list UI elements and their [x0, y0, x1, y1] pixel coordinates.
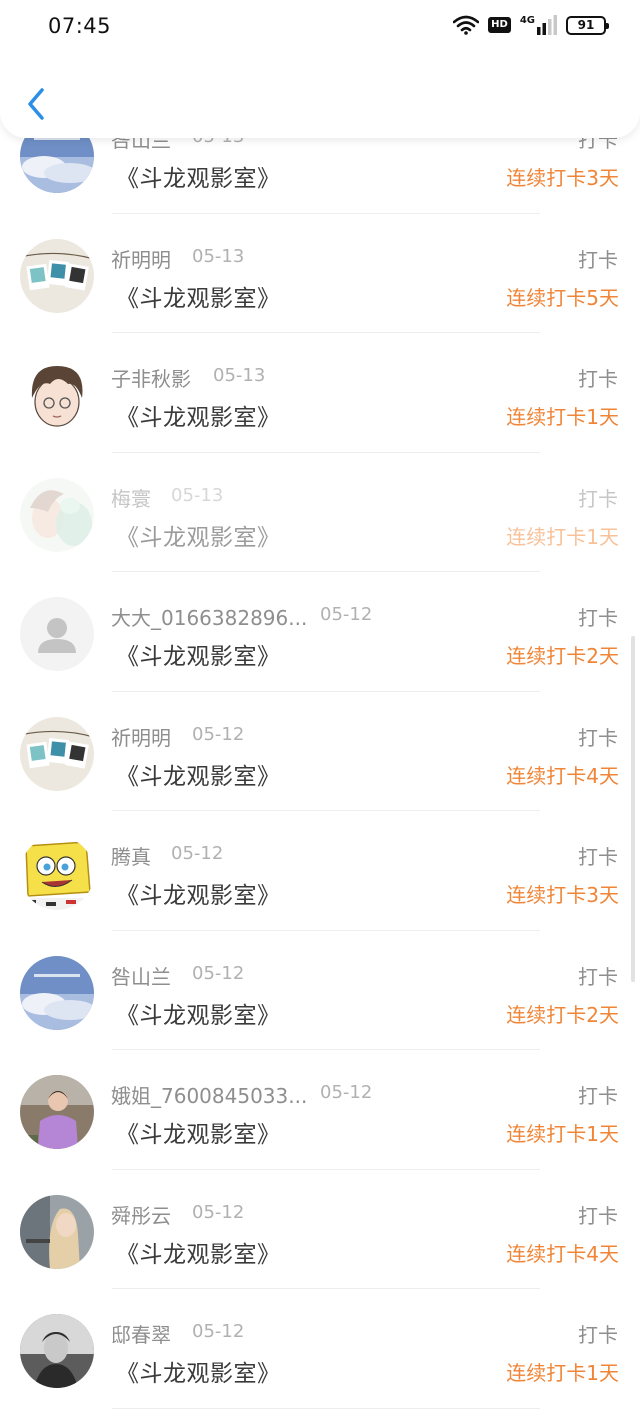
user-name: 咎山兰	[111, 964, 171, 989]
activity-title: 《斗龙观影室》	[116, 1002, 281, 1029]
activity-title: 《斗龙观影室》	[116, 524, 281, 551]
user-name: 祈明明	[111, 725, 171, 750]
default-avatar	[20, 597, 94, 671]
avatar	[20, 955, 94, 1030]
avatar	[20, 1075, 94, 1149]
status-bar: 07:45 HD 4G 91	[0, 0, 640, 56]
activity-type: 打卡	[578, 725, 618, 750]
post-date: 05-12	[320, 604, 373, 625]
scrollbar[interactable]	[631, 636, 635, 982]
post-date: 05-12	[192, 962, 245, 984]
list-item[interactable]: 梅寰 05-13 《斗龙观影室》 打卡 连续打卡1天	[0, 453, 640, 572]
list-item[interactable]: 咎山兰 05-12 《斗龙观影室》 打卡 连续打卡2天	[0, 931, 640, 1050]
streak-count: 连续打卡5天	[506, 285, 619, 310]
list-item[interactable]: 大大_0166382896... 05-12 《斗龙观影室》 打卡 连续打卡2天	[0, 572, 640, 692]
battery-icon: 91	[566, 15, 609, 35]
divider	[112, 1407, 540, 1409]
activity-title: 《斗龙观影室》	[116, 405, 281, 431]
activity-type: 打卡	[578, 1084, 618, 1108]
streak-count: 连续打卡3天	[506, 166, 619, 190]
streak-count: 连续打卡4天	[506, 1241, 619, 1266]
activity-type: 打卡	[578, 845, 618, 869]
list-item[interactable]: 舜彤云 05-12 《斗龙观影室》 打卡 连续打卡4天	[0, 1170, 640, 1289]
avatar	[20, 1194, 94, 1269]
avatar	[20, 358, 94, 432]
activity-type: 打卡	[578, 486, 618, 511]
list-item[interactable]: 腾真 05-12 《斗龙观影室》 打卡 连续打卡3天	[0, 811, 640, 931]
activity-title: 《斗龙观影室》	[116, 1122, 281, 1148]
user-name: 梅寰	[111, 486, 151, 511]
status-icons: HD 4G 91	[453, 14, 609, 35]
activity-title: 《斗龙观影室》	[116, 763, 281, 790]
status-time: 07:45	[48, 14, 112, 38]
user-name: 大大_0166382896...	[111, 606, 308, 630]
activity-type: 打卡	[578, 1323, 618, 1347]
post-date: 05-13	[171, 484, 224, 506]
avatar	[20, 716, 94, 791]
list-item[interactable]: 祈明明 05-12 《斗龙观影室》 打卡 连续打卡4天	[0, 692, 640, 811]
signal-icon	[537, 15, 557, 35]
user-name: 子非秋影	[111, 367, 191, 391]
activity-type: 打卡	[578, 247, 618, 272]
list-item[interactable]: 祈明明 05-13 《斗龙观影室》 打卡 连续打卡5天	[0, 214, 640, 333]
streak-count: 连续打卡4天	[506, 763, 619, 788]
activity-type: 打卡	[578, 367, 618, 391]
hd-badge: HD	[488, 17, 511, 33]
activity-title: 《斗龙观影室》	[116, 883, 281, 909]
activity-title: 《斗龙观影室》	[116, 1361, 281, 1387]
post-date: 05-13	[213, 365, 266, 386]
post-date: 05-12	[192, 1321, 245, 1342]
activity-type: 打卡	[578, 964, 618, 989]
user-name: 邸春翠	[111, 1323, 171, 1347]
avatar	[20, 477, 94, 552]
streak-count: 连续打卡1天	[506, 524, 619, 549]
post-date: 05-13	[192, 245, 245, 267]
avatar	[20, 238, 94, 313]
activity-title: 《斗龙观影室》	[116, 644, 281, 670]
list-item[interactable]: 邸春翠 05-12 《斗龙观影室》 打卡 连续打卡1天	[0, 1289, 640, 1409]
wifi-icon	[453, 15, 480, 35]
streak-count: 连续打卡2天	[506, 1002, 619, 1027]
user-name: 祈明明	[111, 247, 171, 272]
streak-count: 连续打卡1天	[506, 1122, 619, 1146]
activity-title: 《斗龙观影室》	[116, 285, 281, 312]
streak-count: 连续打卡2天	[506, 644, 619, 668]
post-date: 05-12	[192, 1201, 245, 1223]
avatar	[20, 1314, 94, 1388]
activity-type: 打卡	[578, 606, 618, 630]
user-name: 腾真	[111, 845, 151, 869]
activity-title: 《斗龙观影室》	[116, 1241, 281, 1268]
chevron-left-icon	[28, 88, 44, 120]
streak-count: 连续打卡1天	[506, 405, 619, 429]
network-type-label: 4G	[519, 14, 535, 26]
list-item[interactable]: 子非秋影 05-13 《斗龙观影室》 打卡 连续打卡1天	[0, 333, 640, 453]
streak-count: 连续打卡3天	[506, 883, 619, 907]
activity-title: 《斗龙观影室》	[116, 166, 281, 192]
list-item[interactable]: 娥姐_7600845033... 05-12 《斗龙观影室》 打卡 连续打卡1天	[0, 1050, 640, 1170]
activity-type: 打卡	[578, 1203, 618, 1228]
back-button[interactable]	[18, 84, 54, 124]
post-date: 05-12	[192, 723, 245, 745]
post-date: 05-12	[171, 843, 224, 864]
user-name: 舜彤云	[111, 1203, 171, 1228]
streak-count: 连续打卡1天	[506, 1361, 619, 1385]
avatar	[20, 836, 94, 910]
checkin-list: 咎山兰 05-13 《斗龙观影室》 打卡 连续打卡3天 祈明明 05-13 《斗…	[0, 94, 640, 1409]
user-name: 娥姐_7600845033...	[111, 1084, 308, 1108]
battery-level: 91	[577, 18, 595, 32]
post-date: 05-12	[320, 1082, 373, 1103]
